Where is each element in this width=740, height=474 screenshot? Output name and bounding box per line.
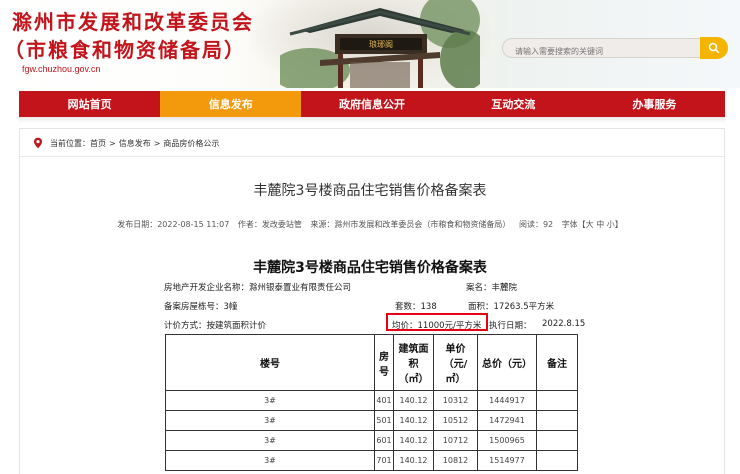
cell-unit-price: 10712 xyxy=(433,430,478,451)
header-area: 建筑面积 （㎡） xyxy=(393,334,434,391)
cell-area: 140.12 xyxy=(393,390,434,411)
breadcrumb: 当前位置： 首页 > 信息发布 > 商品房价格公示 xyxy=(32,136,219,150)
cell-building: 3# xyxy=(165,410,375,431)
pricing-method: 计价方式：按建筑面积计价 xyxy=(164,321,267,331)
nav-shadow xyxy=(19,117,725,123)
cell-total: 1444917 xyxy=(477,390,537,411)
nav-item-gov-info[interactable]: 政府信息公开 xyxy=(301,91,442,117)
header-unit-price-line1: 单价 xyxy=(445,344,466,355)
cell-unit-price: 10812 xyxy=(433,450,478,471)
exec-date-label: 执行日期： xyxy=(489,321,532,331)
cell-unit-price: 10512 xyxy=(433,410,478,431)
table-header-row: 楼号 房号 建筑面积 （㎡） 单价 （元/ ㎡） 总价（元） 备注 xyxy=(165,334,578,391)
font-size-control[interactable]: 字体【大 中 小】 xyxy=(562,220,623,229)
cell-room: 601 xyxy=(374,430,394,451)
divider xyxy=(20,156,724,157)
meta-date: 发布日期：2022-08-15 11:07 xyxy=(117,220,230,229)
nav-item-services[interactable]: 办事服务 xyxy=(584,91,725,117)
search-input[interactable] xyxy=(503,42,701,61)
cell-area: 140.12 xyxy=(393,450,434,471)
breadcrumb-separator: > xyxy=(153,138,161,148)
cell-total: 1472941 xyxy=(477,410,537,431)
cell-remark xyxy=(536,390,578,411)
table-row: 3# 601 140.12 10712 1500965 xyxy=(165,430,578,451)
header-room: 房号 xyxy=(374,334,394,391)
total-area: 面积：17263.5平方米 xyxy=(468,302,555,312)
average-price-highlight xyxy=(386,313,488,331)
site-url: fgw.chuzhou.gov.cn xyxy=(22,64,101,74)
table-row: 3# 401 140.12 10312 1444917 xyxy=(165,390,578,411)
header-remark: 备注 xyxy=(536,334,578,391)
developer-name: 房地产开发企业名称：滁州银泰置业有限责任公司 xyxy=(164,283,352,293)
header-unit-price-line3: ㎡） xyxy=(445,374,466,385)
meta-author: 作者：发改委站管 xyxy=(237,220,302,229)
meta-source: 来源：滁州市发展和改革委员会（市粮食和物资储备局） xyxy=(310,220,511,229)
cell-room: 501 xyxy=(374,410,394,431)
cell-room: 401 xyxy=(374,390,394,411)
cell-remark xyxy=(536,430,578,451)
article-title: 丰麓院3号楼商品住宅销售价格备案表 xyxy=(253,183,487,199)
cell-building: 3# xyxy=(165,430,375,451)
table-row: 3# 701 140.12 10812 1514977 xyxy=(165,450,578,471)
cell-unit-price: 10312 xyxy=(433,390,478,411)
building-number: 备案房屋栋号：3幢 xyxy=(164,302,238,312)
exec-date: 2022.8.15 xyxy=(542,319,586,329)
cell-remark xyxy=(536,450,578,471)
cell-room: 701 xyxy=(374,450,394,471)
unit-count: 套数：138 xyxy=(395,302,437,312)
header-banner: 琅琊阁 滁州市发展和改革委员会 （市粮食和物资储备局） fgw.chuzhou.… xyxy=(0,0,740,88)
header-unit-price: 单价 （元/ ㎡） xyxy=(433,334,478,391)
cell-total: 1514977 xyxy=(477,450,537,471)
breadcrumb-current[interactable]: 商品房价格公示 xyxy=(163,138,219,149)
meta-views: 阅读：92 xyxy=(518,220,554,229)
breadcrumb-prefix: 当前位置： xyxy=(50,138,90,148)
nav-item-home[interactable]: 网站首页 xyxy=(19,91,160,117)
document-title: 丰麓院3号楼商品住宅销售价格备案表 xyxy=(253,260,487,276)
header-unit-price-line2: （元/ xyxy=(443,359,468,370)
pavilion-sign-text: 琅琊阁 xyxy=(369,39,393,49)
header-area-line2: （㎡） xyxy=(398,374,429,385)
search-button[interactable] xyxy=(700,37,728,59)
nav-item-info[interactable]: 信息发布 xyxy=(160,91,302,117)
site-title-line1: 滁州市发展和改革委员会 xyxy=(12,10,254,34)
table-row: 3# 501 140.12 10512 1472941 xyxy=(165,410,578,431)
breadcrumb-separator: > xyxy=(109,138,116,148)
location-pin-icon xyxy=(34,137,42,149)
search-icon xyxy=(708,42,720,54)
header-total: 总价（元） xyxy=(477,334,537,391)
page: 琅琊阁 滁州市发展和改革委员会 （市粮食和物资储备局） fgw.chuzhou.… xyxy=(0,0,740,474)
search-box xyxy=(502,38,702,61)
cell-area: 140.12 xyxy=(393,430,434,451)
price-table: 楼号 房号 建筑面积 （㎡） 单价 （元/ ㎡） 总价（元） 备注 3# 401… xyxy=(165,334,578,471)
cell-total: 1500965 xyxy=(477,430,537,451)
pavilion-image: 琅琊阁 xyxy=(280,0,480,88)
header-building: 楼号 xyxy=(165,334,375,391)
site-title-line2: （市粮食和物资储备局） xyxy=(4,38,246,62)
main-nav: 网站首页 信息发布 政府信息公开 互动交流 办事服务 xyxy=(19,91,725,117)
breadcrumb-info[interactable]: 信息发布 xyxy=(119,138,151,149)
project-name: 案名：丰麓院 xyxy=(466,283,518,293)
cell-building: 3# xyxy=(165,390,375,411)
cell-remark xyxy=(536,410,578,431)
header-area-line1: 建筑面积 xyxy=(398,344,429,370)
breadcrumb-home[interactable]: 首页 xyxy=(90,138,106,149)
cell-building: 3# xyxy=(165,450,375,471)
cell-area: 140.12 xyxy=(393,410,434,431)
nav-item-interaction[interactable]: 互动交流 xyxy=(443,91,584,117)
article-meta: 发布日期：2022-08-15 11:07 作者：发改委站管 来源：滁州市发展和… xyxy=(0,219,740,230)
